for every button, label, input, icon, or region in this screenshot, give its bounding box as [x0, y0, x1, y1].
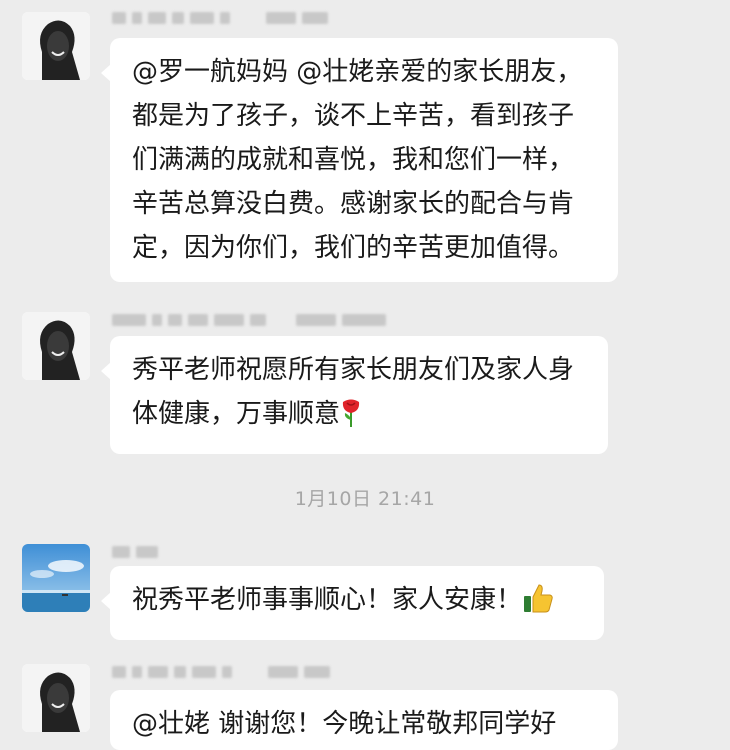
rose-icon	[340, 398, 362, 442]
chat-timestamp: 1月10日 21:41	[294, 488, 436, 510]
sender-avatar[interactable]	[22, 12, 90, 80]
message-bubble[interactable]: @罗一航妈妈 @壮姥亲爱的家长朋友， 都是为了孩子，谈不上辛苦，看到孩子们满满的…	[101, 38, 618, 282]
sea-sky-avatar-icon	[22, 544, 90, 612]
sender-name-redacted	[112, 312, 386, 328]
sender-name-redacted	[112, 10, 328, 26]
thumbs-up-icon	[522, 582, 554, 628]
dark-silhouette-avatar-icon	[22, 664, 90, 732]
dark-silhouette-avatar-icon	[22, 312, 90, 380]
dark-silhouette-avatar-icon	[22, 12, 90, 80]
message-bubble[interactable]: 祝秀平老师事事顺心！家人安康！	[101, 566, 604, 640]
message-text: @壮姥 谢谢您！今晚让常敬邦同学好	[132, 709, 557, 739]
sender-name-redacted	[112, 544, 158, 560]
message-bubble[interactable]: 秀平老师祝愿所有家长朋友们及家人身体健康，万事顺意	[101, 336, 608, 454]
sender-avatar[interactable]	[22, 664, 90, 732]
message-bubble[interactable]: @壮姥 谢谢您！今晚让常敬邦同学好	[110, 690, 618, 750]
sender-avatar[interactable]	[22, 544, 90, 612]
sender-avatar[interactable]	[22, 312, 90, 380]
message-text: 祝秀平老师事事顺心！家人安康！	[132, 585, 523, 615]
message-text: @罗一航妈妈 @壮姥亲爱的家长朋友， 都是为了孩子，谈不上辛苦，看到孩子们满满的…	[132, 57, 583, 263]
sender-name-redacted	[112, 664, 330, 680]
